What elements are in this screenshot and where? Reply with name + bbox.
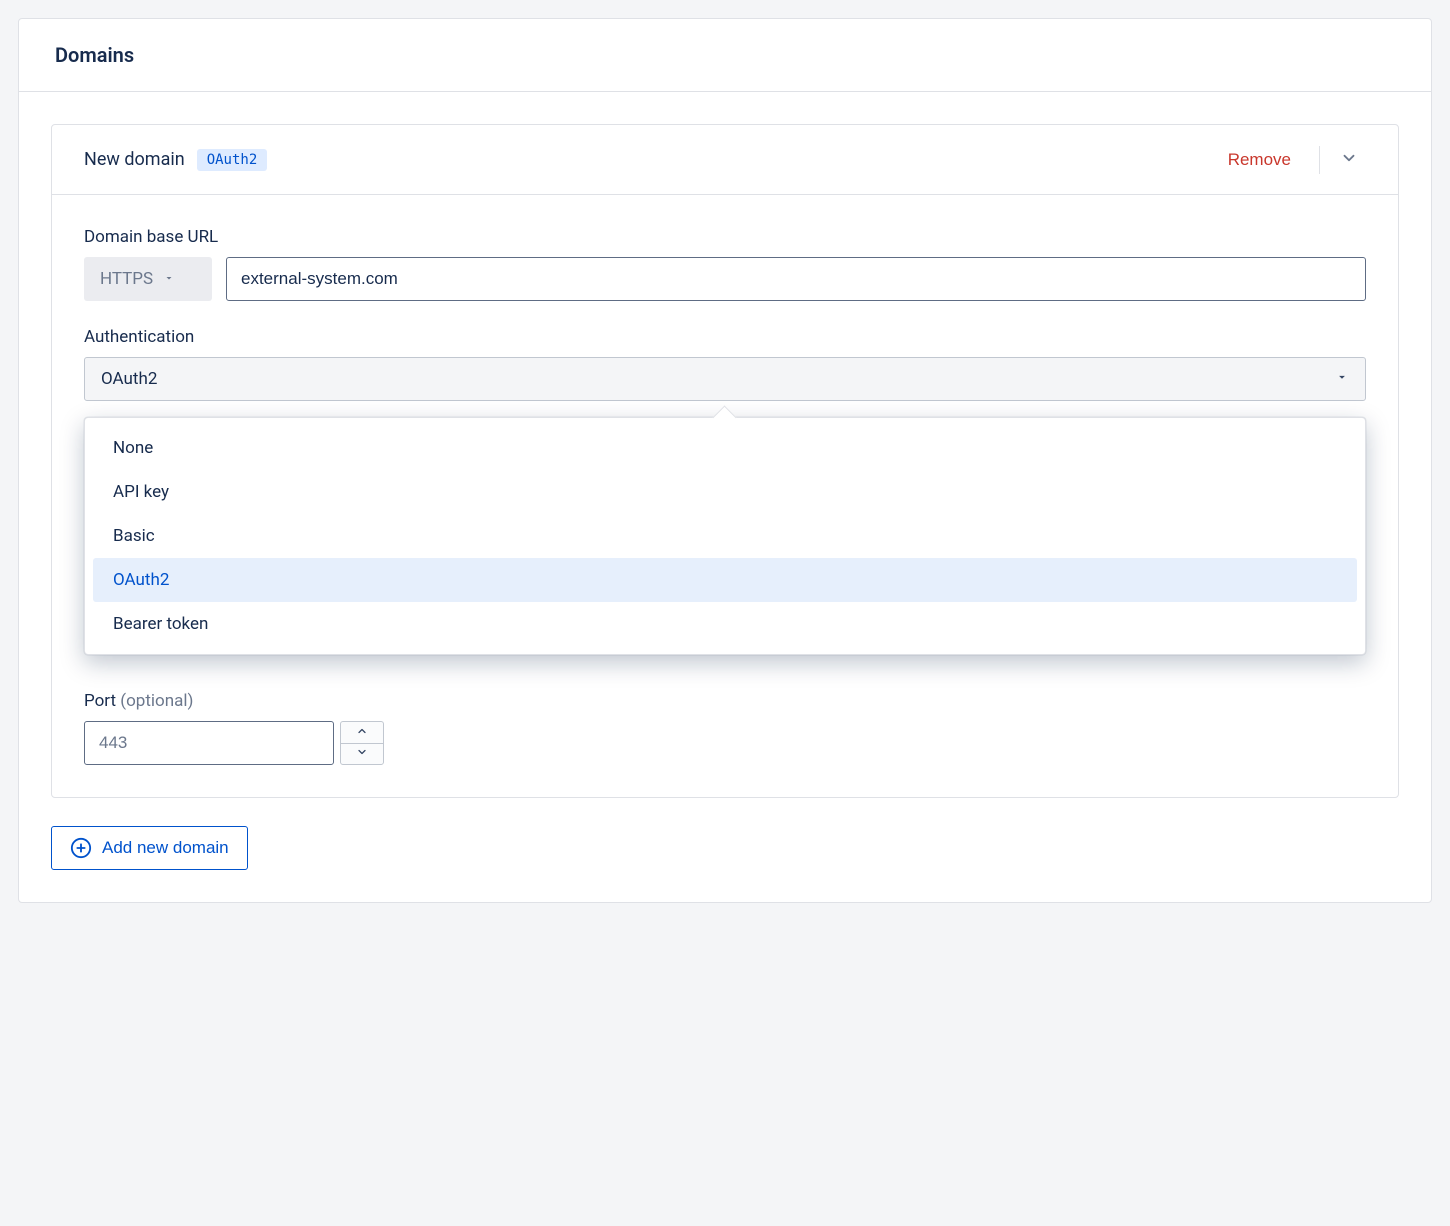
domain-url-input[interactable] bbox=[226, 257, 1366, 301]
add-new-domain-label: Add new domain bbox=[102, 838, 229, 858]
authentication-select[interactable]: OAuth2 bbox=[84, 357, 1366, 401]
add-new-domain-button[interactable]: Add new domain bbox=[51, 826, 248, 870]
caret-down-icon bbox=[163, 269, 175, 289]
domains-panel: Domains New domain OAuth2 Remove bbox=[18, 18, 1432, 903]
auth-option-none[interactable]: None bbox=[93, 426, 1357, 470]
authentication-label: Authentication bbox=[84, 327, 1366, 347]
port-input[interactable] bbox=[84, 721, 334, 765]
authentication-selected-value: OAuth2 bbox=[101, 369, 157, 389]
field-authentication: Authentication OAuth2 None API key Basic bbox=[84, 327, 1366, 401]
chevron-up-icon bbox=[356, 725, 368, 740]
panel-header: Domains bbox=[19, 19, 1431, 92]
authentication-select-wrap: OAuth2 None API key Basic OAuth2 Bearer … bbox=[84, 357, 1366, 401]
page-title: Domains bbox=[55, 43, 1395, 67]
field-domain-url: Domain base URL HTTPS bbox=[84, 227, 1366, 301]
auth-option-api-key[interactable]: API key bbox=[93, 470, 1357, 514]
port-label-text: Port bbox=[84, 691, 120, 711]
port-row bbox=[84, 721, 1366, 765]
remove-button[interactable]: Remove bbox=[1218, 146, 1301, 174]
plus-circle-icon bbox=[70, 837, 92, 859]
caret-down-icon bbox=[1335, 369, 1349, 389]
url-row: HTTPS bbox=[84, 257, 1366, 301]
domain-card-header-left: New domain OAuth2 bbox=[84, 149, 267, 171]
panel-body: New domain OAuth2 Remove Domain base URL bbox=[19, 92, 1431, 902]
scheme-select[interactable]: HTTPS bbox=[84, 257, 212, 301]
chevron-down-icon bbox=[1340, 149, 1358, 170]
domain-url-label: Domain base URL bbox=[84, 227, 1366, 247]
domain-card: New domain OAuth2 Remove Domain base URL bbox=[51, 124, 1399, 798]
port-stepper bbox=[340, 721, 384, 765]
chevron-down-icon bbox=[356, 746, 368, 761]
scheme-value: HTTPS bbox=[100, 269, 153, 289]
auth-badge: OAuth2 bbox=[197, 149, 268, 171]
domain-card-header: New domain OAuth2 Remove bbox=[52, 125, 1398, 195]
collapse-toggle[interactable] bbox=[1332, 143, 1366, 176]
domain-card-body: Domain base URL HTTPS Authentication bbox=[52, 195, 1398, 797]
field-port: Port (optional) bbox=[84, 691, 1366, 765]
port-step-down[interactable] bbox=[340, 743, 384, 766]
separator bbox=[1319, 146, 1320, 174]
port-label: Port (optional) bbox=[84, 691, 1366, 711]
authentication-dropdown: None API key Basic OAuth2 Bearer token bbox=[84, 417, 1366, 655]
auth-option-oauth2[interactable]: OAuth2 bbox=[93, 558, 1357, 602]
port-step-up[interactable] bbox=[340, 721, 384, 743]
auth-option-basic[interactable]: Basic bbox=[93, 514, 1357, 558]
domain-card-header-right: Remove bbox=[1218, 143, 1366, 176]
port-label-optional: (optional) bbox=[120, 691, 193, 711]
auth-option-bearer[interactable]: Bearer token bbox=[93, 602, 1357, 646]
domain-title: New domain bbox=[84, 149, 185, 170]
